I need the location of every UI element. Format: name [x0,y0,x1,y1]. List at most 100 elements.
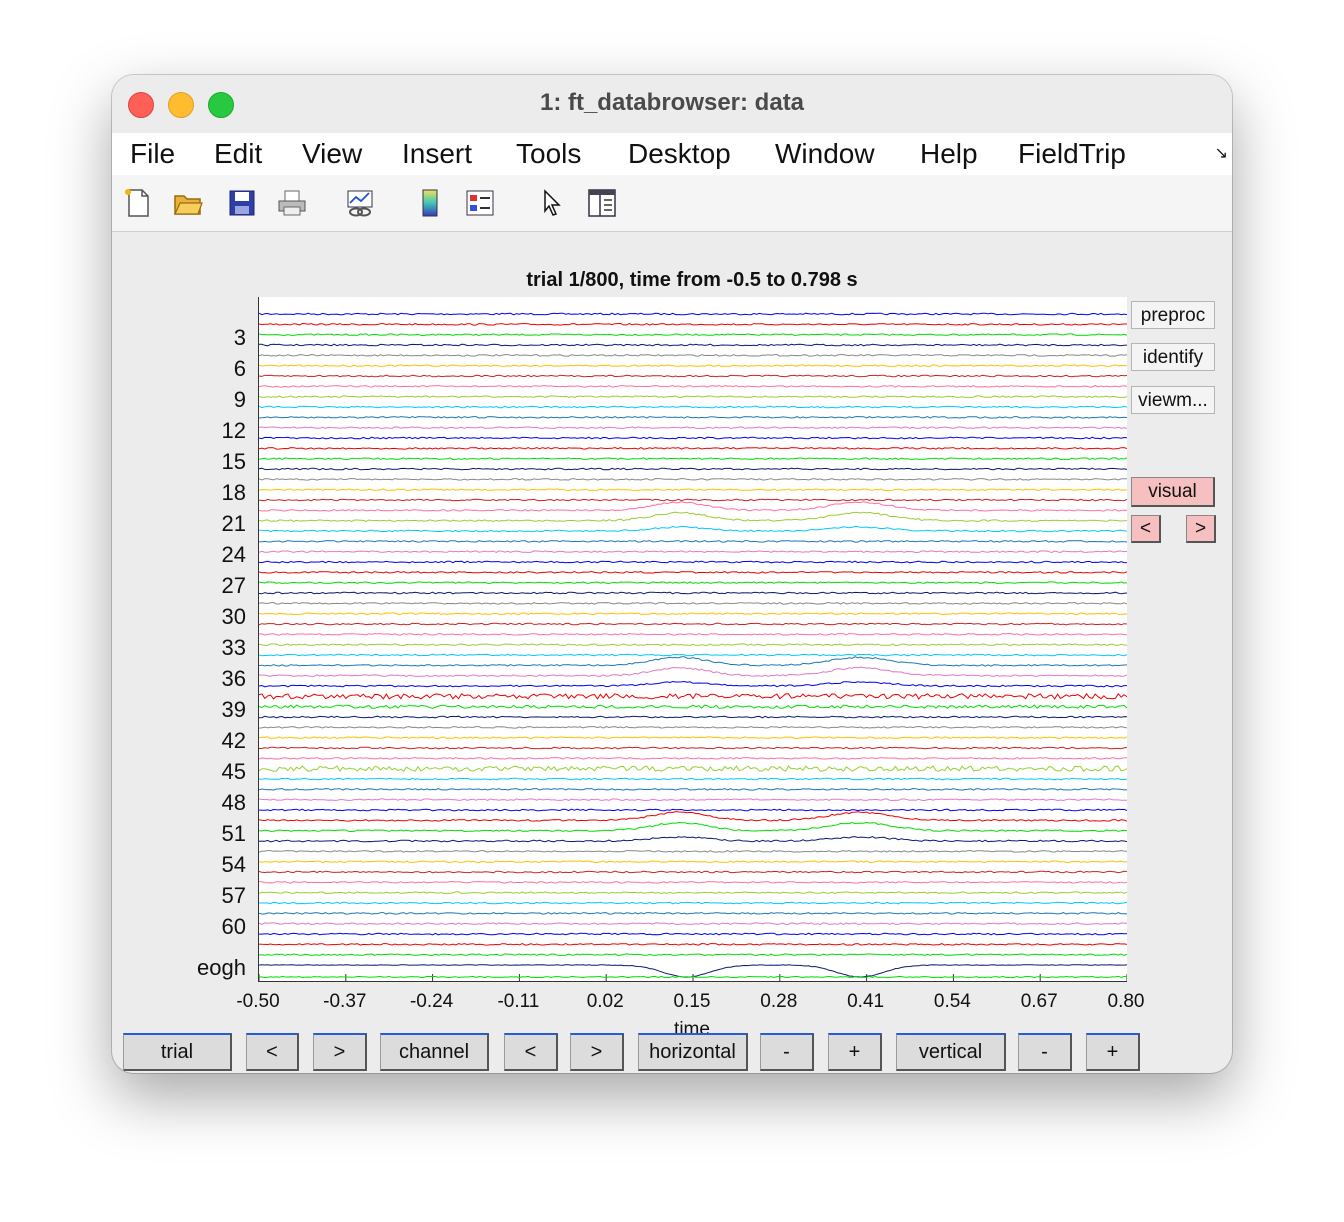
channel-trace [259,457,1127,461]
channel-next-button[interactable]: > [570,1033,624,1071]
channel-trace [259,343,1127,347]
menu-help[interactable]: Help [920,138,978,170]
menu-fieldtrip[interactable]: FieldTrip [1018,138,1126,170]
y-tick-label: 18 [221,479,246,505]
plot-axes[interactable] [258,297,1127,982]
vertical-plus-button[interactable]: + [1086,1033,1140,1071]
channel-prev-button[interactable]: < [504,1033,558,1071]
y-tick-label: 42 [221,727,246,753]
plot-title: trial 1/800, time from -0.5 to 0.798 s [526,269,858,291]
channel-trace [259,477,1127,481]
vertical-minus-button[interactable]: - [1018,1033,1072,1071]
channel-trace [259,488,1127,492]
save-icon[interactable] [226,187,258,219]
y-tick-label: 48 [221,789,246,815]
channel-trace [259,932,1127,936]
link-plot-icon[interactable] [344,187,376,219]
property-inspector-icon[interactable] [586,187,618,219]
x-tick-label: 0.54 [933,991,971,1012]
x-tick-label: 0.28 [760,991,798,1012]
channel-trace [259,666,1127,678]
artifact-next-button[interactable]: > [1186,515,1216,543]
channel-trace [259,953,1127,957]
channel-trace [259,467,1127,471]
channel-trace [259,798,1127,802]
artifact-prev-button[interactable]: < [1131,515,1161,543]
visual-artifact-button[interactable]: visual [1131,477,1215,507]
channel-trace [259,415,1127,419]
figure-window: 1: ft_databrowser: data File Edit View I… [112,75,1232,1073]
channel-trace [259,746,1127,750]
channel-trace [259,384,1127,388]
title-bar: 1: ft_databrowser: data [112,75,1232,134]
x-tick-label: 0.15 [673,991,711,1012]
print-icon[interactable] [276,187,308,219]
channel-trace [259,632,1127,636]
trial-prev-button[interactable]: < [246,1033,299,1071]
channel-trace [259,436,1127,440]
menu-bar: File Edit View Insert Tools Desktop Wind… [112,133,1232,175]
y-tick-label: 30 [221,603,246,629]
open-folder-icon[interactable] [172,187,204,219]
y-tick-label: 36 [221,665,246,691]
channel-trace [259,601,1127,605]
x-tick-label: -0.11 [497,991,540,1012]
vertical-button[interactable]: vertical [896,1033,1006,1071]
menu-tools[interactable]: Tools [516,138,581,170]
x-tick-label: -0.37 [323,991,367,1012]
channel-button[interactable]: channel [380,1033,489,1071]
new-file-icon[interactable] [122,187,154,219]
menu-insert[interactable]: Insert [402,138,472,170]
legend-icon[interactable] [464,187,496,219]
horizontal-plus-button[interactable]: + [828,1033,882,1071]
y-tick-label: 9 [233,386,246,412]
trial-next-button[interactable]: > [313,1033,367,1071]
viewmode-button[interactable]: viewm... [1131,386,1215,414]
channel-trace [259,725,1127,729]
channel-trace [259,922,1127,926]
x-tick-label: 0.67 [1020,991,1058,1012]
menu-window[interactable]: Window [775,138,875,170]
x-tick-label: -0.24 [409,991,454,1012]
x-tick-label: 0.80 [1107,991,1145,1012]
channel-trace [259,539,1127,543]
menu-desktop[interactable]: Desktop [628,138,731,170]
menu-edit[interactable]: Edit [214,138,262,170]
channel-trace [259,756,1127,760]
channel-trace [259,656,1127,667]
identify-button[interactable]: identify [1131,343,1215,371]
channel-trace [259,643,1127,647]
y-tick-label: 27 [221,572,246,598]
channel-trace [259,811,1127,822]
channel-trace [259,912,1127,915]
preproc-button[interactable]: preproc [1131,301,1215,329]
y-tick-label: 60 [221,913,246,939]
horizontal-button[interactable]: horizontal [638,1033,748,1071]
channel-trace [259,765,1127,772]
channel-trace [259,395,1127,399]
menu-file[interactable]: File [130,138,175,170]
y-tick-label: 57 [221,882,246,908]
channel-trace [259,901,1127,905]
y-tick-label: 45 [221,758,246,784]
channel-trace [259,880,1127,884]
channel-trace [259,891,1127,895]
channel-trace [259,821,1127,833]
trial-button[interactable]: trial [123,1033,232,1071]
channel-trace [259,374,1127,378]
channel-trace [259,653,1127,657]
channel-trace [259,835,1127,843]
horizontal-minus-button[interactable]: - [760,1033,814,1071]
channel-trace [259,570,1127,574]
menu-view[interactable]: View [302,138,362,170]
colorbar-icon[interactable] [414,187,446,219]
channel-trace [259,364,1127,368]
eeg-traces [259,312,1127,981]
y-tick-label: 15 [221,448,246,474]
channel-trace [259,405,1127,409]
channel-trace [259,581,1127,585]
dock-arrow-icon[interactable]: ↘ [1215,143,1228,163]
pointer-icon[interactable] [536,187,568,219]
channel-trace [259,525,1127,533]
channel-trace [259,736,1127,740]
